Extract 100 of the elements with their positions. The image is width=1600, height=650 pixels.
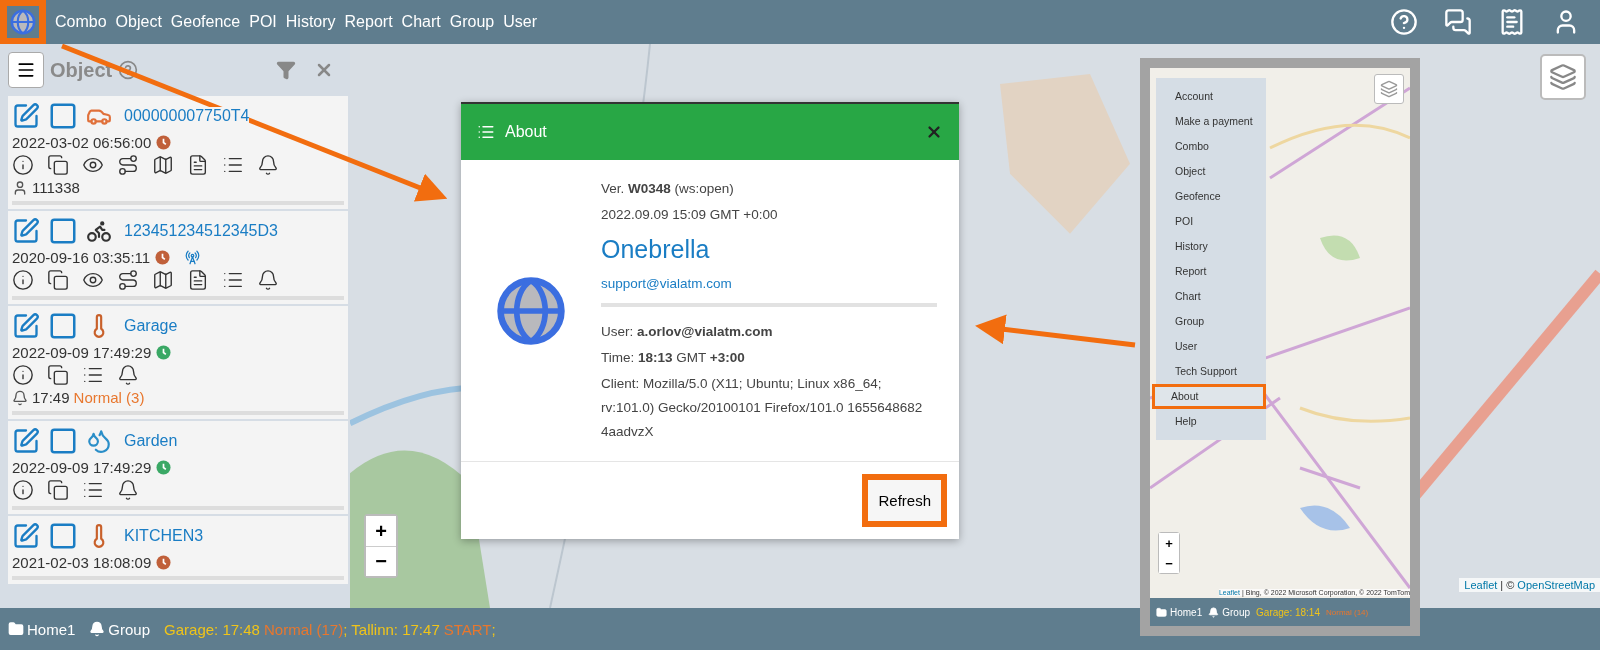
menu-item[interactable]: About xyxy=(1152,384,1266,409)
dialog-title: About xyxy=(505,123,547,141)
zoom-out-button[interactable]: − xyxy=(366,546,396,576)
bell-icon[interactable] xyxy=(257,154,279,176)
checkbox[interactable] xyxy=(48,216,78,246)
client-text: Client: Mozilla/5.0 (X11; Ubuntu; Linux x86_64; rv:101.0) Gecko/20100101 Firefox/101.0 1655648682 4aadvzX xyxy=(601,375,924,441)
route-icon[interactable] xyxy=(117,269,139,291)
openstreetmap-link[interactable]: OpenStreetMap xyxy=(1517,579,1595,591)
menu-item[interactable]: POI xyxy=(1156,209,1266,234)
document-icon[interactable] xyxy=(187,154,209,176)
route-icon[interactable] xyxy=(117,154,139,176)
menu-item[interactable]: Account xyxy=(1156,84,1266,109)
menu-button[interactable] xyxy=(8,52,44,88)
bell-icon[interactable] xyxy=(117,364,139,386)
panel-title: Object xyxy=(50,58,113,82)
menu-item[interactable]: History xyxy=(1156,234,1266,259)
folder-name[interactable]: Home1 xyxy=(1170,606,1203,618)
support-email-link[interactable]: support@vialatm.com xyxy=(601,276,937,292)
invoice-icon[interactable] xyxy=(1498,8,1526,36)
folder-name[interactable]: Home1 xyxy=(27,620,76,638)
checkbox[interactable] xyxy=(48,101,78,131)
edit-icon[interactable] xyxy=(12,312,40,340)
menu-item[interactable]: Tech Support xyxy=(1156,359,1266,384)
menu-icon xyxy=(16,60,36,80)
layers-button[interactable] xyxy=(1540,54,1586,100)
build-date: 2022.09.09 15:09 GMT +0:00 xyxy=(601,205,779,224)
chat-icon[interactable] xyxy=(1444,8,1472,36)
product-name: Onebrella xyxy=(601,235,711,265)
filter-icon[interactable] xyxy=(276,60,296,80)
user-text: User: a.orlov@vialatm.com xyxy=(601,323,774,342)
nav-link[interactable]: Combo xyxy=(55,13,107,31)
group-name[interactable]: Group xyxy=(1222,606,1251,618)
nav-link[interactable]: Geofence xyxy=(170,13,241,31)
menu-item[interactable]: Make a payment xyxy=(1156,109,1266,134)
layers-icon xyxy=(1549,63,1577,91)
checkbox[interactable] xyxy=(48,426,78,456)
menu-item[interactable]: Combo xyxy=(1156,134,1266,159)
attribution-text: | © xyxy=(1500,579,1515,591)
last-update-time: 2022-09-09 17:49:29 xyxy=(12,459,152,476)
menu-item[interactable]: User xyxy=(1156,334,1266,359)
nav-link[interactable]: POI xyxy=(249,13,277,31)
checkbox[interactable] xyxy=(48,521,78,551)
motorcycle-icon xyxy=(86,218,112,244)
document-icon[interactable] xyxy=(187,269,209,291)
nav-link[interactable]: Report xyxy=(344,13,393,31)
folder-icon xyxy=(1156,606,1167,618)
edit-icon[interactable] xyxy=(12,102,40,130)
refresh-button[interactable]: Refresh xyxy=(862,474,947,528)
menu-item[interactable]: Object xyxy=(1156,159,1266,184)
windows-icon[interactable] xyxy=(47,269,69,291)
windows-icon[interactable] xyxy=(47,364,69,386)
object-name[interactable]: Garage xyxy=(124,317,178,335)
menu-item[interactable]: Report xyxy=(1156,259,1266,284)
alert-status: Normal (14) xyxy=(1326,607,1369,617)
person-icon xyxy=(12,179,28,196)
bell-icon xyxy=(89,621,106,637)
map-icon[interactable] xyxy=(152,269,174,291)
separator-text: ; xyxy=(343,620,348,638)
menu-item[interactable]: Geofence xyxy=(1156,184,1266,209)
edit-icon[interactable] xyxy=(12,217,40,245)
last-update-time: 2020-09-16 03:35:11 xyxy=(12,249,151,266)
nav-link[interactable]: History xyxy=(285,13,336,31)
menu-item[interactable]: Chart xyxy=(1156,284,1266,309)
bell-icon xyxy=(12,389,28,406)
checkbox[interactable] xyxy=(48,311,78,341)
info-icon[interactable] xyxy=(12,364,34,386)
layers-button[interactable] xyxy=(1374,74,1404,104)
tap-icon xyxy=(86,428,112,454)
nav-link[interactable]: User xyxy=(503,13,537,31)
bell-icon[interactable] xyxy=(117,479,139,501)
info-icon[interactable] xyxy=(12,269,34,291)
leaflet-link[interactable]: Leaflet xyxy=(1464,579,1498,591)
close-button[interactable] xyxy=(925,123,943,141)
nav-link[interactable]: Chart xyxy=(401,13,441,31)
layers-icon xyxy=(1380,80,1398,98)
folder-icon xyxy=(8,621,24,637)
alert-name: Garage: 18:14 xyxy=(1256,606,1320,618)
version-text: Ver. W0348 (ws:open) xyxy=(601,180,735,198)
alert-name: Tallinn: 17:47 xyxy=(351,620,440,638)
nav-link[interactable]: Object xyxy=(115,13,162,31)
nav-link[interactable]: Group xyxy=(449,13,495,31)
menu-item[interactable]: Help xyxy=(1156,409,1266,434)
info-icon[interactable] xyxy=(12,154,34,176)
edit-icon[interactable] xyxy=(12,427,40,455)
help-icon[interactable] xyxy=(118,60,139,80)
list-icon xyxy=(477,123,495,141)
alert-name: Garage: 17:48 xyxy=(164,620,260,638)
group-name[interactable]: Group xyxy=(108,620,151,638)
alert-status: Normal (3) xyxy=(73,389,145,406)
info-icon[interactable] xyxy=(12,479,34,501)
windows-icon[interactable] xyxy=(47,154,69,176)
map-icon[interactable] xyxy=(152,154,174,176)
edit-icon[interactable] xyxy=(12,522,40,550)
bell-icon[interactable] xyxy=(257,269,279,291)
alert-status: START xyxy=(443,620,492,638)
driver-id: 111338 xyxy=(32,179,80,196)
menu-item[interactable]: Group xyxy=(1156,309,1266,334)
last-update-time: 2021-02-03 18:08:09 xyxy=(12,554,152,571)
windows-icon[interactable] xyxy=(47,479,69,501)
object-name[interactable]: 000000007750T4 xyxy=(124,107,250,125)
